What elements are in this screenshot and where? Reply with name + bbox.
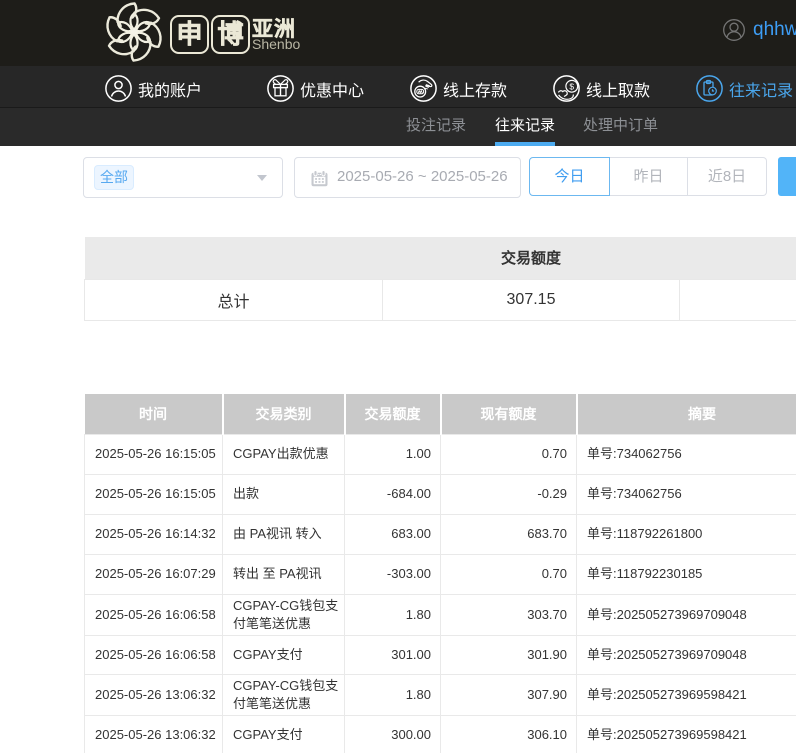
svg-text:$: $ <box>569 81 574 91</box>
